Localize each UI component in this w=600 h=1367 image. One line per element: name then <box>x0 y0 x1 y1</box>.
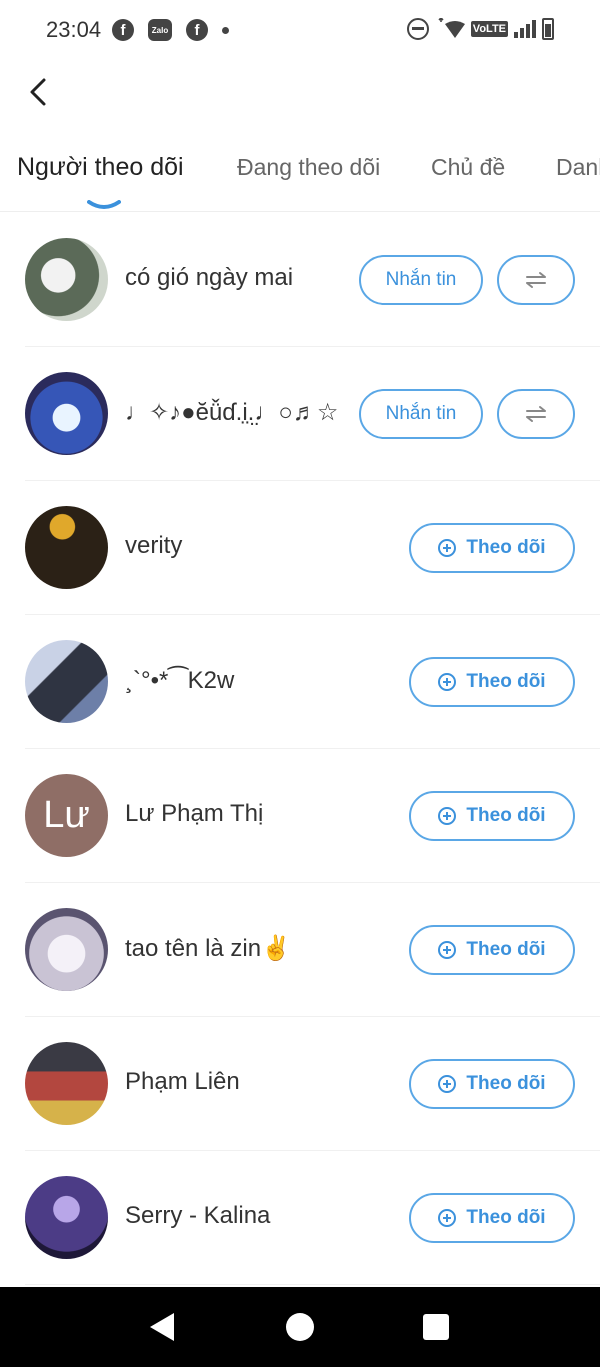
status-time: 23:04 <box>46 17 102 42</box>
avatar[interactable]: Lư <box>25 774 108 857</box>
nav-home-icon[interactable] <box>286 1313 314 1341</box>
follow-button-label: Theo dõi <box>466 939 546 960</box>
plus-circle-icon <box>438 941 457 959</box>
follower-row: ¸`°•*⁀K2w Theo dõi <box>0 615 600 749</box>
follow-button-label: Theo dõi <box>466 805 546 826</box>
follower-row: Lư Lư Phạm Thị Theo dõi <box>0 749 600 883</box>
active-tab-indicator <box>87 200 121 209</box>
follower-row: ♩✧♪●ĕǚɗ.i̤.̤♩○♬☆ Nhắn tin <box>0 347 600 481</box>
follower-row: tao tên là zin✌️ Theo dõi <box>0 883 600 1017</box>
tab-bar: Người theo dõi Đang theo dõi Chủ đề Danh <box>0 140 600 212</box>
plus-circle-icon <box>438 1075 457 1093</box>
swap-arrows-icon <box>526 272 546 288</box>
user-name[interactable]: verity <box>125 532 182 560</box>
facebook-icon: f <box>186 19 208 41</box>
wifi-icon <box>438 18 465 38</box>
avatar[interactable] <box>25 506 108 589</box>
user-name[interactable]: tao tên là zin✌️ <box>125 934 291 963</box>
user-name[interactable]: Phạm Liên <box>125 1068 240 1096</box>
plus-circle-icon <box>438 539 457 557</box>
follower-row: Serry - Kalina Theo dõi <box>0 1151 600 1285</box>
signal-icon <box>514 20 536 38</box>
follow-button[interactable]: Theo dõi <box>409 1059 575 1109</box>
follow-button-label: Theo dõi <box>466 671 546 692</box>
plus-circle-icon <box>438 673 457 691</box>
avatar[interactable] <box>25 372 108 455</box>
tab-following[interactable]: Đang theo dõi <box>237 154 380 181</box>
system-navigation-bar <box>0 1287 600 1367</box>
avatar[interactable] <box>25 1176 108 1259</box>
status-right-icons: VoLTE <box>406 18 554 40</box>
follower-row: verity Theo dõi <box>0 481 600 615</box>
follow-button[interactable]: Theo dõi <box>409 657 575 707</box>
user-name[interactable]: ¸`°•*⁀K2w <box>125 666 234 695</box>
tab-followers[interactable]: Người theo dõi <box>17 153 184 182</box>
follow-button[interactable]: Theo dõi <box>409 523 575 573</box>
follower-row: có gió ngày mai Nhắn tin <box>0 213 600 347</box>
plus-circle-icon <box>438 1209 457 1227</box>
avatar[interactable] <box>25 908 108 991</box>
volte-icon: VoLTE <box>470 21 508 37</box>
status-left-icons: f Zalo f <box>112 19 229 41</box>
tab-list[interactable]: Danh <box>556 154 600 181</box>
message-button[interactable]: Nhắn tin <box>359 389 483 439</box>
back-button[interactable] <box>20 74 56 110</box>
nav-back-icon[interactable] <box>150 1313 174 1341</box>
facebook-icon: f <box>112 19 134 41</box>
user-name[interactable]: Serry - Kalina <box>125 1202 270 1230</box>
user-name[interactable]: Lư Phạm Thị <box>125 800 263 828</box>
follower-row: Phạm Liên Theo dõi <box>0 1017 600 1151</box>
status-bar: 23:04 f Zalo f VoLTE <box>0 0 600 62</box>
tab-topics[interactable]: Chủ đề <box>431 154 505 181</box>
avatar[interactable] <box>25 238 108 321</box>
follow-button-label: Theo dõi <box>466 1073 546 1094</box>
swap-button[interactable] <box>497 389 575 439</box>
notification-dot-icon <box>222 26 229 34</box>
do-not-disturb-icon <box>406 18 429 40</box>
follower-list: có gió ngày mai Nhắn tin ♩✧♪●ĕǚɗ.i̤.̤♩○♬… <box>0 213 600 1285</box>
zalo-icon: Zalo <box>148 19 172 41</box>
message-button[interactable]: Nhắn tin <box>359 255 483 305</box>
avatar-initials: Lư <box>43 794 90 836</box>
follow-button[interactable]: Theo dõi <box>409 1193 575 1243</box>
swap-button[interactable] <box>497 255 575 305</box>
plus-circle-icon <box>438 807 457 825</box>
battery-icon <box>542 18 554 40</box>
follow-button[interactable]: Theo dõi <box>409 791 575 841</box>
nav-recent-apps-icon[interactable] <box>423 1314 449 1340</box>
swap-arrows-icon <box>526 406 546 422</box>
chevron-left-icon <box>30 78 46 106</box>
user-name[interactable]: ♩✧♪●ĕǚɗ.i̤.̤♩○♬☆ <box>125 398 338 427</box>
avatar[interactable] <box>25 640 108 723</box>
follow-button[interactable]: Theo dõi <box>409 925 575 975</box>
avatar[interactable] <box>25 1042 108 1125</box>
user-name[interactable]: có gió ngày mai <box>125 264 293 292</box>
follow-button-label: Theo dõi <box>466 537 546 558</box>
follow-button-label: Theo dõi <box>466 1207 546 1228</box>
